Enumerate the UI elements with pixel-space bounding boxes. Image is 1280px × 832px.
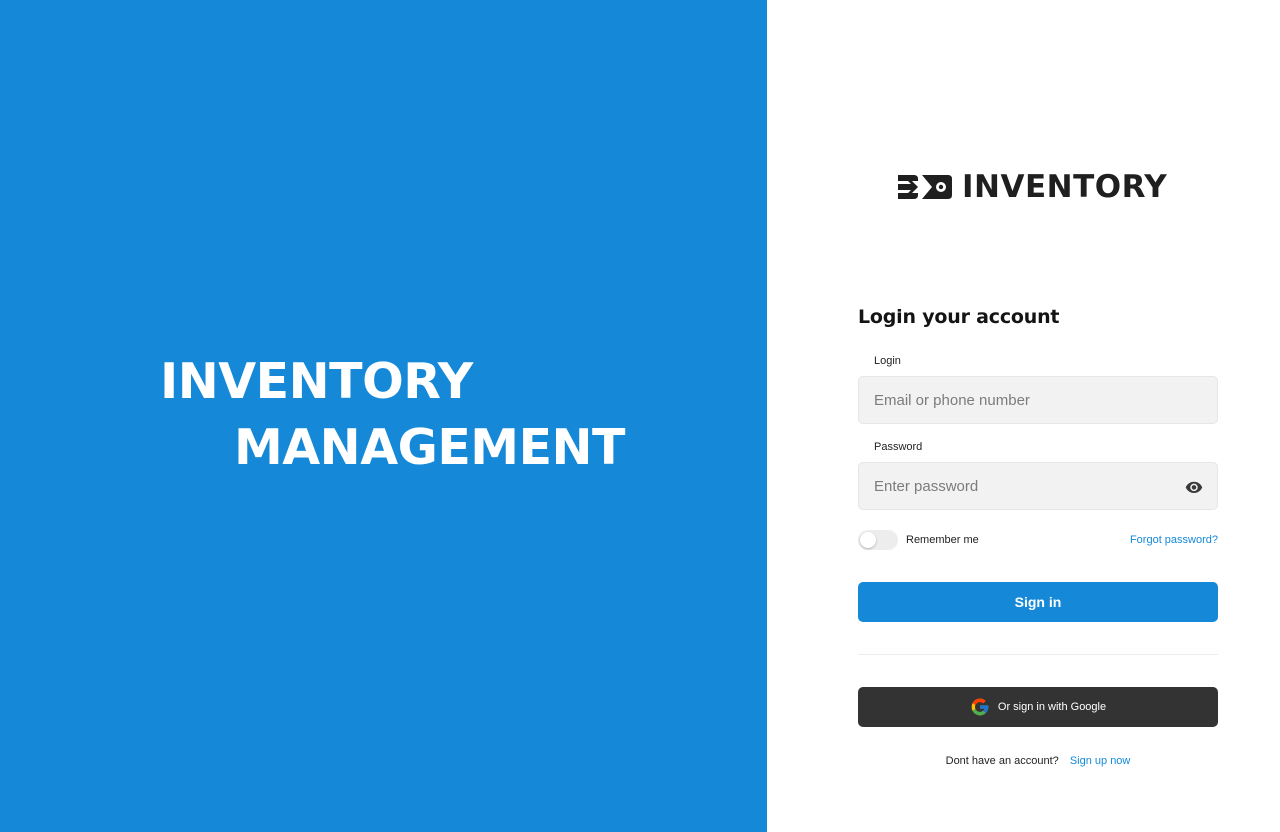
login-field xyxy=(858,376,1218,424)
logo-text: INVENTORY xyxy=(962,169,1168,205)
google-sign-in-button[interactable]: Or sign in with Google xyxy=(858,687,1218,727)
forgot-password-link[interactable]: Forgot password? xyxy=(1130,534,1218,546)
sign-up-link[interactable]: Sign up now xyxy=(1070,755,1131,767)
hero-title-line2: MANAGEMENT xyxy=(234,419,625,476)
toggle-knob xyxy=(860,532,876,548)
brand-logo: INVENTORY xyxy=(896,170,1167,204)
sign-in-button[interactable]: Sign in xyxy=(858,582,1218,622)
password-label: Password xyxy=(874,441,923,453)
options-row: Remember me Forgot password? xyxy=(858,530,1218,550)
hero-title-line1: INVENTORY xyxy=(160,353,473,410)
eye-icon[interactable] xyxy=(1185,478,1203,496)
password-field xyxy=(858,462,1218,510)
remember-toggle[interactable] xyxy=(858,530,898,550)
google-button-label: Or sign in with Google xyxy=(997,701,1107,713)
login-input[interactable] xyxy=(859,377,1217,423)
remember-label: Remember me xyxy=(906,534,979,546)
form-title: Login your account xyxy=(858,306,1060,328)
login-form: Login your account Login Password Rememb… xyxy=(858,300,1218,767)
signup-prompt: Dont have an account? xyxy=(945,755,1059,767)
signup-row: Dont have an account? Sign up now xyxy=(858,755,1218,767)
login-label: Login xyxy=(874,355,901,367)
remember-me: Remember me xyxy=(858,530,979,550)
hero-panel: INVENTORY MANAGEMENT xyxy=(0,0,767,832)
google-icon xyxy=(971,698,989,716)
divider xyxy=(858,654,1218,655)
inventory-logo-icon xyxy=(898,175,952,199)
password-input[interactable] xyxy=(859,463,1217,509)
